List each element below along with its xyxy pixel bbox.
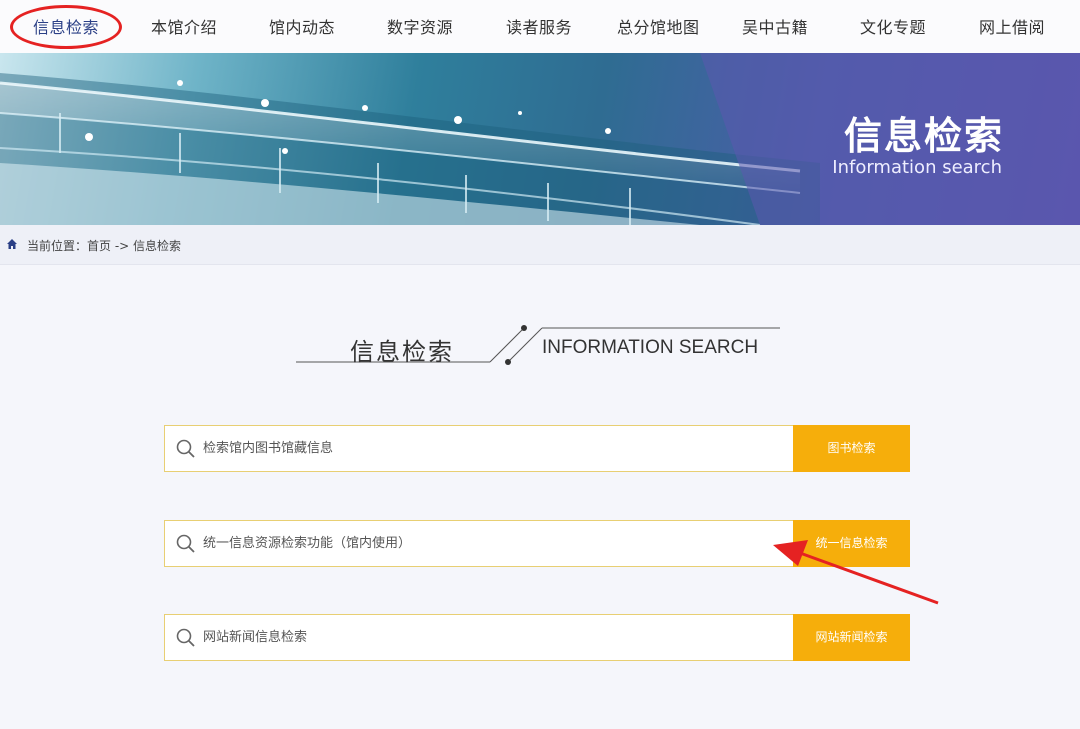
unified-search-button[interactable]: 统一信息检索 (793, 520, 910, 567)
search-icon (176, 439, 195, 458)
nav-item-online-borrowing[interactable]: 网上借阅 (979, 14, 1045, 38)
section-title-cn: 信息检索 (350, 338, 454, 366)
book-search-button[interactable]: 图书检索 (793, 425, 910, 472)
breadcrumb-text: 当前位置：首页 -> 信息检索 (27, 239, 182, 253)
home-icon[interactable] (6, 238, 18, 250)
breadcrumb: 当前位置：首页 -> 信息检索 (0, 225, 1080, 265)
news-search-button[interactable]: 网站新闻检索 (793, 614, 910, 661)
news-search-row: 网站新闻检索 (164, 614, 910, 661)
banner: 信息检索 Information search (0, 53, 1080, 225)
nav-item-branch-map[interactable]: 总分馆地图 (617, 14, 700, 38)
nav-item-culture-topics[interactable]: 文化专题 (860, 14, 926, 38)
banner-subtitle: Information search (832, 157, 1002, 178)
nav-item-news[interactable]: 馆内动态 (269, 14, 335, 38)
nav-item-about[interactable]: 本馆介绍 (151, 14, 217, 38)
nav-item-reader-services[interactable]: 读者服务 (506, 14, 572, 38)
nav-item-ancient-books[interactable]: 吴中古籍 (742, 14, 808, 38)
nav-item-digital-resources[interactable]: 数字资源 (387, 14, 453, 38)
book-search-row: 图书检索 (164, 425, 910, 472)
top-navigation: 信息检索 本馆介绍 馆内动态 数字资源 读者服务 总分馆地图 吴中古籍 文化专题… (0, 0, 1080, 53)
book-search-input[interactable] (203, 426, 783, 471)
section-title-en: INFORMATION SEARCH (542, 337, 759, 358)
search-icon (176, 628, 195, 647)
unified-search-row: 统一信息检索 (164, 520, 910, 567)
nav-item-info-search[interactable]: 信息检索 (33, 14, 99, 38)
banner-title: 信息检索 (843, 114, 1004, 158)
search-icon (176, 534, 195, 553)
unified-search-input[interactable] (203, 521, 783, 566)
news-search-input[interactable] (203, 615, 783, 660)
